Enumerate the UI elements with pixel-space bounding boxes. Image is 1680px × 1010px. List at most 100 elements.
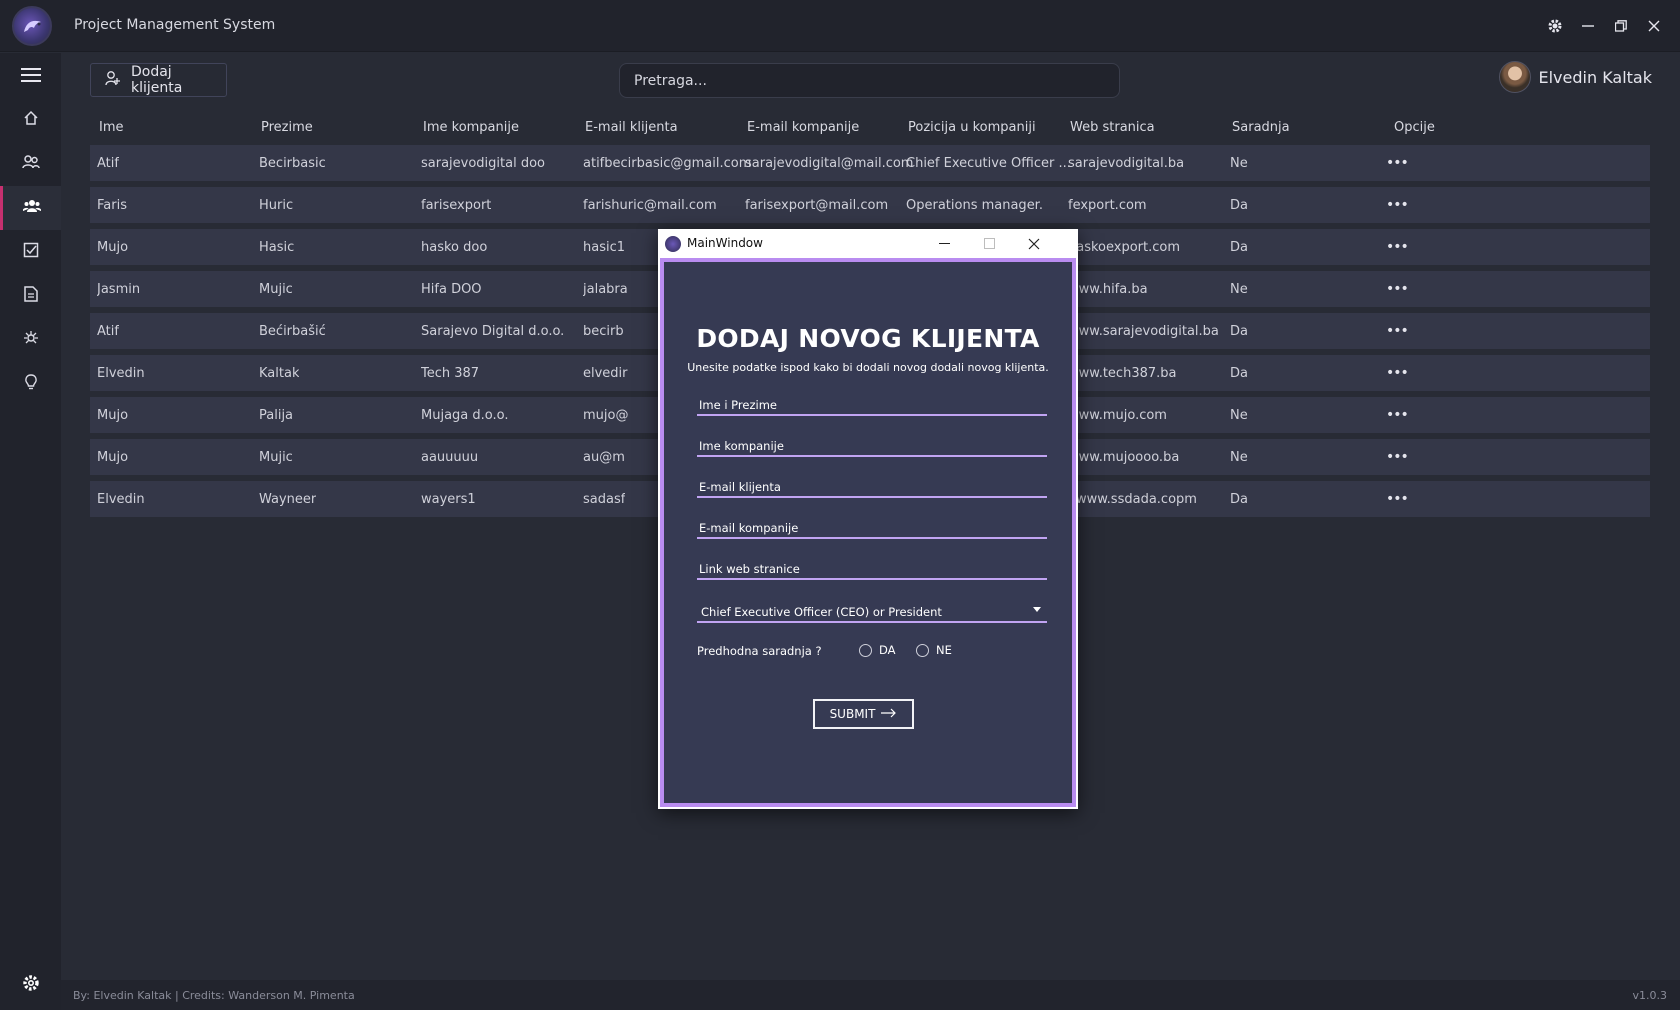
cell-last-name: Palija <box>259 407 294 423</box>
minimize-icon[interactable] <box>1576 14 1600 38</box>
website-link-field[interactable]: Link web stranice <box>697 558 1047 580</box>
cell-first-name: Elvedin <box>97 491 145 507</box>
app-logo <box>12 6 52 46</box>
cell-client-email: mujo@ <box>583 407 629 423</box>
full-name-placeholder: Ime i Prezime <box>699 398 777 412</box>
more-options-icon[interactable]: ••• <box>1386 271 1408 307</box>
tasks-icon <box>23 242 39 262</box>
dialog-close-icon[interactable] <box>1014 232 1054 255</box>
column-header-last-name: Prezime <box>261 119 313 135</box>
sidebar-item-tasks[interactable] <box>0 230 61 274</box>
footer: By: Elvedin Kaltak | Credits: Wanderson … <box>61 980 1680 1010</box>
sidebar-item-users[interactable] <box>0 142 61 186</box>
user-profile[interactable]: Elvedin Kaltak <box>1498 61 1652 93</box>
app-title: Project Management System <box>74 17 276 33</box>
cell-position: Operations manager. <box>906 197 1043 213</box>
radio-no-circle <box>916 643 929 657</box>
add-client-label: Dodaj klijenta <box>131 64 183 96</box>
more-options-icon[interactable]: ••• <box>1386 355 1408 391</box>
more-options-icon[interactable]: ••• <box>1386 145 1408 181</box>
dialog-minimize-icon[interactable] <box>924 232 964 255</box>
add-client-dialog: MainWindow DODAJ NOVOG KLIJENTA Unesite … <box>658 229 1078 809</box>
radio-yes[interactable]: DA <box>859 643 896 657</box>
cell-company-name: Hifa DOO <box>421 281 482 297</box>
column-header-position: Pozicija u kompaniji <box>908 119 1036 135</box>
column-header-website: Web stranica <box>1070 119 1155 135</box>
more-options-icon[interactable]: ••• <box>1386 187 1408 223</box>
cell-website: www.mujoooo.ba <box>1068 449 1180 465</box>
company-name-field[interactable]: Ime kompanije <box>697 435 1047 457</box>
cell-website: www.tech387.ba <box>1068 365 1177 381</box>
bug-icon <box>23 330 39 350</box>
full-name-field[interactable]: Ime i Prezime <box>697 394 1047 416</box>
column-header-first-name: Ime <box>99 119 124 135</box>
client-email-field[interactable]: E-mail klijenta <box>697 476 1047 498</box>
cell-last-name: Kaltak <box>259 365 300 381</box>
cell-website: sarajevodigital.ba <box>1068 155 1185 171</box>
app-window: Project Management System Dodaj klijenta… <box>0 0 1680 1010</box>
company-email-field[interactable]: E-mail kompanije <box>697 517 1047 539</box>
sidebar-item-bugs[interactable] <box>0 318 61 362</box>
dialog-maximize-icon[interactable] <box>969 232 1009 255</box>
column-header-client-email: E-mail klijenta <box>585 119 678 135</box>
title-bar: Project Management System <box>0 0 1680 52</box>
more-options-icon[interactable]: ••• <box>1386 439 1408 475</box>
client-email-placeholder: E-mail klijenta <box>699 480 781 494</box>
sidebar-item-home[interactable] <box>0 98 61 142</box>
users-icon <box>21 154 40 174</box>
dialog-heading: DODAJ NOVOG KLIJENTA <box>696 324 1040 353</box>
column-header-options: Opcije <box>1394 119 1435 135</box>
restore-icon[interactable] <box>1609 14 1633 38</box>
sidebar-item-ideas[interactable] <box>0 362 61 406</box>
cell-company-name: Tech 387 <box>421 365 480 381</box>
dialog-window-title: MainWindow <box>687 236 763 250</box>
document-icon <box>23 286 38 306</box>
more-options-icon[interactable]: ••• <box>1386 481 1408 517</box>
clients-icon <box>22 198 42 218</box>
cell-first-name: Mujo <box>97 407 129 423</box>
add-user-icon <box>105 70 121 90</box>
website-link-placeholder: Link web stranice <box>699 562 800 576</box>
submit-button[interactable]: SUBMIT <box>813 699 914 729</box>
more-options-icon[interactable]: ••• <box>1386 229 1408 265</box>
cell-last-name: Becirbasic <box>259 155 326 171</box>
sidebar-item-documents[interactable] <box>0 274 61 318</box>
more-options-icon[interactable]: ••• <box>1386 397 1408 433</box>
menu-icon[interactable] <box>0 53 61 97</box>
search-input[interactable]: Pretraga... <box>619 63 1120 98</box>
cell-last-name: Wayneer <box>259 491 317 507</box>
position-select[interactable]: Chief Executive Officer (CEO) or Preside… <box>697 601 1047 623</box>
dialog-body: DODAJ NOVOG KLIJENTA Unesite podatke isp… <box>660 258 1076 807</box>
cell-company-name: hasko doo <box>421 239 488 255</box>
cell-first-name: Atif <box>97 155 119 171</box>
sidebar-item-clients[interactable] <box>0 186 61 230</box>
cell-collaboration: Da <box>1230 365 1248 381</box>
settings-icon <box>22 974 40 996</box>
cell-collaboration: Da <box>1230 491 1248 507</box>
company-name-placeholder: Ime kompanije <box>699 439 784 453</box>
table-row[interactable]: Faris Huric farisexport farishuric@mail.com… <box>90 187 1650 223</box>
cell-last-name: Hasic <box>259 239 295 255</box>
arrow-right-icon <box>881 707 897 721</box>
close-icon[interactable] <box>1642 14 1666 38</box>
cell-client-email: sadasf <box>583 491 626 507</box>
cell-website: www.mujo.com <box>1068 407 1167 423</box>
cell-last-name: Huric <box>259 197 294 213</box>
sidebar-item-settings[interactable] <box>0 963 61 1007</box>
cell-client-email: hasic1 <box>583 239 626 255</box>
dialog-title-bar: MainWindow <box>658 229 1078 258</box>
settings-gear-icon[interactable] <box>1543 14 1567 38</box>
cell-website: www.hifa.ba <box>1068 281 1148 297</box>
cell-client-email: becirb <box>583 323 624 339</box>
cell-website: fexport.com <box>1068 197 1147 213</box>
more-options-icon[interactable]: ••• <box>1386 313 1408 349</box>
home-icon <box>23 110 39 130</box>
radio-yes-label: DA <box>879 643 896 657</box>
cell-website: awww.ssdada.copm <box>1068 491 1197 507</box>
previous-collab-label: Predhodna saradnja ? <box>697 644 822 658</box>
add-client-button[interactable]: Dodaj klijenta <box>90 63 227 97</box>
dialog-app-icon <box>665 236 681 252</box>
table-row[interactable]: Atif Becirbasic sarajevodigital doo atifbec… <box>90 145 1650 181</box>
radio-yes-circle <box>859 643 872 657</box>
radio-no[interactable]: NE <box>916 643 952 657</box>
